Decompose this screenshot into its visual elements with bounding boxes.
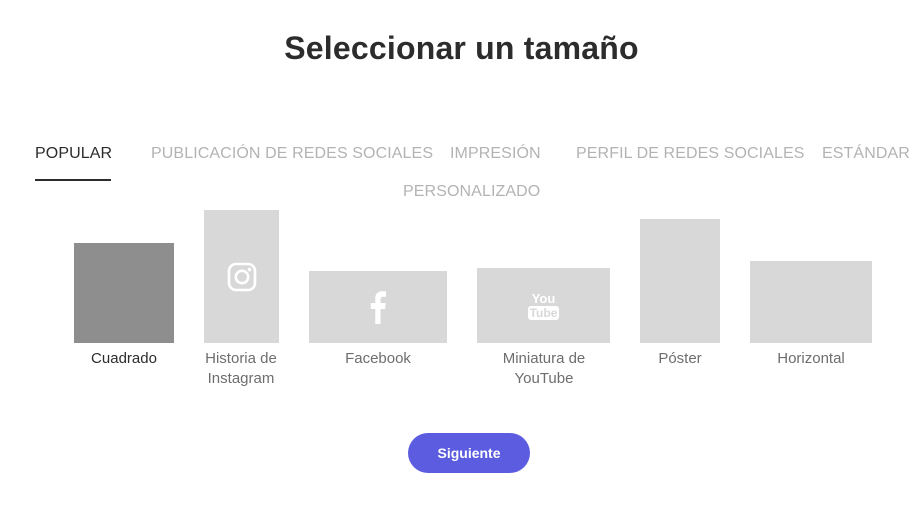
youtube-icon: You Tube <box>527 290 560 320</box>
size-label-horizontal: Horizontal <box>777 350 845 367</box>
size-label-youtube-thumbnail: Miniatura de YouTube <box>502 350 586 387</box>
size-card-horizontal[interactable] <box>750 261 872 343</box>
size-label-facebook: Facebook <box>345 350 411 367</box>
tab-custom[interactable]: PERSONALIZADO <box>403 183 540 201</box>
size-label-instagram-story: Historia de Instagram <box>205 350 277 387</box>
youtube-icon-you: You <box>531 290 556 306</box>
page-title: Seleccionar un tamaño <box>284 30 639 66</box>
next-button[interactable]: Siguiente <box>408 433 530 473</box>
tab-print[interactable]: IMPRESIÓN <box>450 145 541 163</box>
size-card-poster[interactable] <box>640 219 720 343</box>
instagram-icon <box>227 262 256 291</box>
facebook-icon <box>370 291 386 324</box>
size-card-instagram-story[interactable] <box>204 210 279 343</box>
tab-popular[interactable]: POPULAR <box>35 145 112 163</box>
youtube-icon-tube: Tube <box>527 305 560 320</box>
tab-social-posts[interactable]: PUBLICACIÓN DE REDES SOCIALES <box>151 145 433 163</box>
size-label-square: Cuadrado <box>91 350 157 367</box>
tab-social-profiles[interactable]: PERFIL DE REDES SOCIALES <box>576 145 805 163</box>
tab-standard[interactable]: ESTÁNDAR <box>822 145 910 163</box>
size-card-square[interactable] <box>74 243 174 343</box>
tab-underline <box>35 179 111 181</box>
size-card-youtube-thumbnail[interactable]: You Tube <box>477 268 610 343</box>
size-label-poster: Póster <box>658 350 702 367</box>
size-card-facebook[interactable] <box>309 271 447 343</box>
